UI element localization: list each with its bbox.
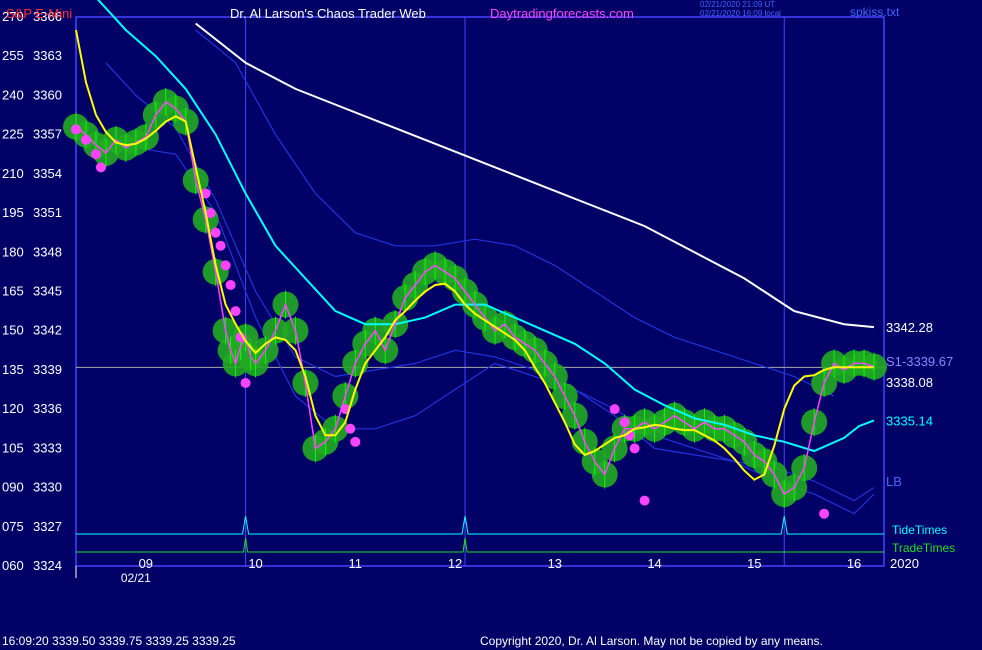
chart-title: Dr. Al Larson's Chaos Trader Web: [230, 6, 426, 21]
y-tick-left-7: 165: [2, 284, 24, 299]
chart-canvas: 270 3366255 3363240 3360225 3357210 3354195 33…: [2, 0, 955, 585]
y-tick-price-11: 3333: [33, 440, 62, 455]
x-tick-1: 10: [248, 556, 262, 571]
y-tick-left-9: 135: [2, 362, 24, 377]
x-tick-0: 09: [139, 556, 153, 571]
magenta-dot: [639, 495, 650, 506]
magenta-dot: [210, 227, 221, 238]
magenta-dot: [819, 508, 830, 519]
right-label-0: 3342.28: [886, 320, 933, 335]
x-tick-7: 16: [847, 556, 861, 571]
y-tick-left-13: 075: [2, 519, 24, 534]
symbol-label: S&P E-Mini: [6, 6, 73, 21]
slow-ma-line: [195, 22, 875, 329]
magenta-dot: [629, 443, 640, 454]
trade-times-line: [76, 537, 884, 553]
time-local: 02/21/2020 16:09 local: [700, 9, 781, 18]
magenta-dot: [215, 240, 226, 251]
magenta-dot: [230, 306, 241, 317]
y-tick-price-7: 3345: [33, 284, 62, 299]
time-utc: 02/21/2020 21:09 UT: [700, 0, 776, 9]
y-tick-left-3: 225: [2, 127, 24, 142]
right-label-1: S1-3339.67: [886, 354, 953, 369]
y-tick-price-3: 3357: [33, 127, 62, 142]
y-tick-price-14: 3324: [33, 558, 62, 573]
y-tick-left-8: 150: [2, 323, 24, 338]
y-tick-left-10: 120: [2, 401, 24, 416]
y-tick-left-1: 255: [2, 48, 24, 63]
x-tick-2: 11: [349, 556, 363, 571]
y-tick-price-2: 3360: [33, 87, 62, 102]
y-tick-price-6: 3348: [33, 244, 62, 259]
y-tick-left-2: 240: [2, 87, 24, 102]
file-name: spkiss.txt: [850, 5, 900, 19]
magenta-dot: [220, 260, 231, 271]
y-tick-left-5: 195: [2, 205, 24, 220]
legend-trade-times: TradeTimes: [892, 541, 955, 555]
right-label-4: LB: [886, 474, 902, 489]
y-tick-price-13: 3327: [33, 519, 62, 534]
x-tick-5: 14: [647, 556, 661, 571]
y-tick-price-12: 3330: [33, 480, 62, 495]
tide-times-line: [76, 515, 884, 535]
fast-ma-line: [75, 29, 874, 481]
magenta-dot: [345, 423, 356, 434]
y-tick-left-4: 210: [2, 166, 24, 181]
y-tick-price-4: 3354: [33, 166, 62, 181]
y-tick-price-9: 3339: [33, 362, 62, 377]
date-label: 02/21: [121, 571, 151, 585]
magenta-dot: [95, 162, 106, 173]
y-tick-price-1: 3363: [33, 48, 62, 63]
legend-tide-times: TideTimes: [892, 523, 947, 537]
y-tick-price-10: 3336: [33, 401, 62, 416]
magenta-dot: [80, 134, 91, 145]
x-tick-6: 15: [747, 556, 761, 571]
right-label-3: 3335.14: [886, 413, 933, 428]
magenta-dot: [350, 436, 361, 447]
y-tick-price-8: 3342: [33, 323, 62, 338]
right-label-2: 3338.08: [886, 375, 933, 390]
copyright: Copyright 2020, Dr. Al Larson. May not b…: [480, 634, 823, 648]
quote-readout: 16:09:20 3339.50 3339.75 3339.25 3339.25: [2, 634, 236, 648]
x-tick-3: 12: [448, 556, 462, 571]
y-tick-left-14: 060: [2, 558, 24, 573]
magenta-dot: [240, 378, 251, 388]
magenta-dot: [90, 149, 101, 160]
magenta-dot: [619, 417, 630, 428]
magenta-dot: [609, 404, 620, 415]
y-tick-price-5: 3351: [33, 205, 62, 220]
magenta-dot: [225, 279, 236, 290]
site-link[interactable]: Daytradingforecasts.com: [490, 6, 634, 21]
y-tick-left-6: 180: [2, 244, 24, 259]
x-tick-4: 13: [548, 556, 562, 571]
magenta-dot: [71, 124, 81, 135]
y-tick-left-12: 090: [2, 480, 24, 495]
year-label: 2020: [890, 556, 919, 571]
y-tick-left-11: 105: [2, 440, 24, 455]
